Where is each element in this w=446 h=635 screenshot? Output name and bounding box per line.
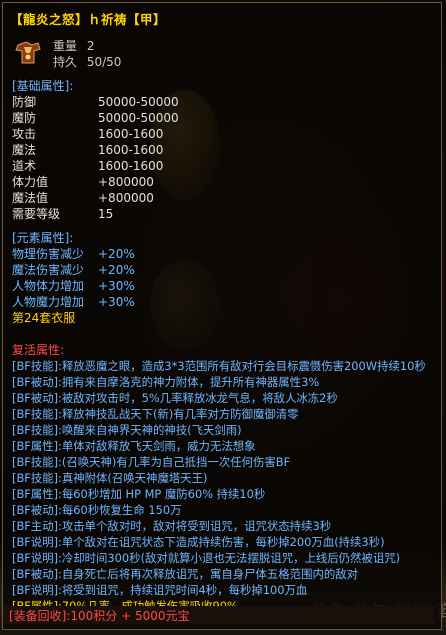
set-line: [BF说明]:冷却时间300秒(敌对就算小退也无法摆脱诅咒，上线后仍然被诅咒)	[12, 551, 401, 565]
stat-value: 50000-50000	[98, 111, 179, 125]
recycle-text: [装备回收]:100积分 + 5000元宝	[9, 609, 190, 623]
set-line: [BF技能]:真神附体(召唤天神魔塔天王)	[12, 471, 208, 485]
suit-label: 第24套衣服	[12, 311, 76, 325]
element-row-physical: 物理伤害减少 +20%	[12, 246, 432, 262]
stat-row-magic-defense: 魔防 50000-50000	[12, 110, 432, 126]
stat-row-hp: 体力值 +800000	[12, 174, 432, 190]
stat-value: 1600-1600	[98, 143, 164, 157]
armor-icon	[15, 41, 41, 64]
element-row-hp: 人物体力增加 +30%	[12, 278, 432, 294]
stat-row-defense: 防御 50000-50000	[12, 94, 432, 110]
stat-label: 魔防	[12, 111, 37, 125]
element-value: +20%	[98, 263, 135, 277]
durability-line: 持久 50/50	[53, 54, 121, 70]
stat-label: 防御	[12, 95, 37, 109]
stat-row-magic: 魔法 1600-1600	[12, 142, 432, 158]
stat-row-taoism: 道术 1600-1600	[12, 158, 432, 174]
element-stats-header: [元素属性]:	[12, 231, 74, 245]
set-bonus-header: 复活属性:	[12, 343, 65, 357]
set-line: [BF属性]:单体对敌释放飞天剑雨，威力无法想象	[12, 439, 256, 453]
set-line: [BF说明]:将受到诅咒，持续诅咒时间4秒，每秒掉100万血	[12, 583, 308, 597]
item-title: 【龍炎之怒】ｈ祈祷【甲】	[10, 12, 167, 27]
stat-value: +800000	[98, 191, 154, 205]
element-value: +30%	[98, 295, 135, 309]
recycle-value-bar: [装备回收]:100积分 + 5000元宝	[3, 606, 435, 624]
stat-label: 体力值	[12, 175, 49, 189]
weight-value: 2	[86, 39, 95, 53]
element-label: 人物魔力增加	[12, 295, 85, 309]
element-value: +20%	[98, 247, 135, 261]
stat-value: +800000	[98, 175, 154, 189]
durability-value: 50/50	[86, 55, 122, 69]
set-line: [BF属性]:每60秒增加 HP MP 魔防60% 持续10秒	[12, 487, 266, 501]
set-line: [BF技能]:释放恶魔之眼，造成3*3范围所有敌对行会目标震慑伤害200W持续1…	[12, 359, 426, 373]
item-tooltip: 【龍炎之怒】ｈ祈祷【甲】 重量 2 持久 50/50 [基础属性]: 防御 500…	[2, 2, 442, 630]
element-value: +30%	[98, 279, 135, 293]
set-line: [BF被动]:自身死亡后将再次释放诅咒，寓自身尸体五格范围内的敌对	[12, 567, 359, 581]
stat-value: 15	[98, 207, 114, 221]
set-line: [BF被动]:每60秒恢复生命 150万	[12, 503, 182, 517]
set-line: [BF被动]:拥有来自摩洛克的神力附体，提升所有神器属性3%	[12, 375, 320, 389]
set-line: [BF技能]:(召唤天神)有几率为自己抵挡一次任何伤害BF	[12, 455, 291, 469]
element-label: 人物体力增加	[12, 279, 85, 293]
stat-value: 1600-1600	[98, 159, 164, 173]
stat-row-mp: 魔法值 +800000	[12, 190, 432, 206]
set-line: [BF技能]:释放神技乱战天下(新)有几率对方防御魔御清零	[12, 407, 299, 421]
element-label: 魔法伤害减少	[12, 263, 85, 277]
set-line: [BF被动]:被敌对攻击时，5%几率释放冰龙气息，将敌人冰冻2秒	[12, 391, 338, 405]
set-line: [BF主动]:攻击单个敌对时，敌对将受到诅咒，诅咒状态持续3秒	[12, 519, 332, 533]
set-line: [BF技能]:唤醒来自神界天神的神技(飞天剑雨)	[12, 423, 242, 437]
base-stats-header: [基础属性]:	[12, 79, 74, 93]
element-row-magic: 魔法伤害减少 +20%	[12, 262, 432, 278]
element-row-mp: 人物魔力增加 +30%	[12, 294, 432, 310]
stat-row-level: 需要等级 15	[12, 206, 432, 222]
stat-value: 1600-1600	[98, 127, 164, 141]
element-label: 物理伤害减少	[12, 247, 85, 261]
set-line: [BF说明]:单个敌对在诅咒状态下造成持续伤害，每秒掉200万血(持续3秒)	[12, 535, 385, 549]
stat-row-attack: 攻击 1600-1600	[12, 126, 432, 142]
stat-label: 道术	[12, 159, 37, 173]
stat-label: 攻击	[12, 127, 37, 141]
stat-value: 50000-50000	[98, 95, 179, 109]
weight-line: 重量 2	[53, 38, 94, 54]
stat-label: 魔法值	[12, 191, 49, 205]
stat-label: 需要等级	[12, 207, 61, 221]
durability-label: 持久	[53, 55, 78, 69]
stat-label: 魔法	[12, 143, 37, 157]
weight-label: 重量	[53, 39, 78, 53]
